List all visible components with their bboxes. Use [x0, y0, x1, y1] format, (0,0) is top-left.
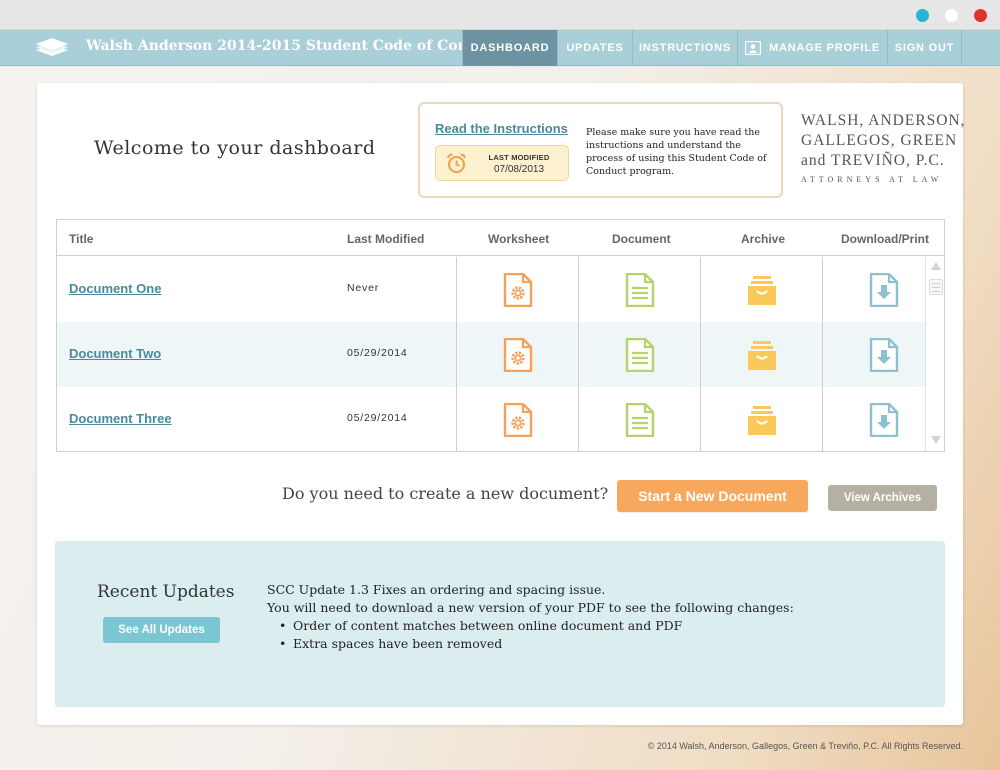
window-chrome — [0, 0, 1000, 30]
scroll-down-arrow-icon[interactable] — [931, 436, 941, 444]
column-title: Title — [69, 232, 94, 246]
nav-sign-out[interactable]: SIGN OUT — [887, 30, 962, 66]
document-download-icon — [869, 337, 898, 372]
recent-updates-heading: Recent Updates — [97, 582, 235, 602]
archive-button[interactable] — [700, 322, 822, 387]
nav-manage-profile[interactable]: MANAGE PROFILE — [737, 30, 887, 66]
app-title: Walsh Anderson 2014-2015 Student Code of… — [86, 38, 503, 54]
column-archive: Archive — [741, 232, 786, 246]
worksheet-button[interactable] — [456, 257, 578, 322]
scroll-up-arrow-icon[interactable] — [931, 262, 941, 270]
nav-updates[interactable]: UPDATES — [557, 30, 632, 66]
table-header: Title Last Modified Worksheet Document A… — [57, 220, 944, 256]
last-modified-label: LAST MODIFIED — [488, 153, 550, 162]
document-last-modified: 05/29/2014 — [347, 347, 408, 359]
documents-table: Title Last Modified Worksheet Document A… — [56, 219, 945, 452]
window-control-cyan[interactable] — [916, 9, 929, 22]
firm-name-line-3: and TREVIÑO, P.C. — [801, 152, 945, 169]
worksheet-button[interactable] — [456, 322, 578, 387]
document-button[interactable] — [578, 322, 700, 387]
firm-name-line-2: GALLEGOS, GREEN — [801, 132, 958, 149]
document-download-icon — [869, 272, 898, 307]
table-row: Document One Never — [57, 257, 925, 322]
archive-box-icon — [747, 340, 776, 370]
document-last-modified: 05/29/2014 — [347, 412, 408, 424]
window-control-white[interactable] — [945, 9, 958, 22]
document-button[interactable] — [578, 387, 700, 452]
list-item: Extra spaces have been removed — [279, 635, 907, 653]
document-button[interactable] — [578, 257, 700, 322]
table-row: Document Two 05/29/2014 — [57, 322, 925, 387]
profile-card-icon — [745, 41, 762, 55]
instructions-card: Read the Instructions LAST MODIFIED 07/0… — [418, 102, 783, 198]
start-new-document-button[interactable]: Start a New Document — [617, 480, 808, 512]
instructions-note: Please make sure you have read the instr… — [586, 127, 767, 177]
firm-logo: WALSH, ANDERSON, GALLEGOS, GREEN and TRE… — [801, 111, 966, 184]
worksheet-button[interactable] — [456, 387, 578, 452]
archive-button[interactable] — [700, 387, 822, 452]
copyright-footer: © 2014 Walsh, Anderson, Gallegos, Green … — [647, 741, 963, 751]
document-lines-icon — [625, 402, 654, 437]
see-all-updates-button[interactable]: See All Updates — [103, 617, 220, 643]
document-title-link[interactable]: Document Two — [69, 346, 161, 361]
nav-instructions[interactable]: INSTRUCTIONS — [632, 30, 737, 66]
alarm-clock-icon — [447, 153, 466, 173]
firm-name-line-1: WALSH, ANDERSON, — [801, 112, 966, 129]
nav-dashboard[interactable]: DASHBOARD — [462, 30, 557, 66]
document-lines-icon — [625, 337, 654, 372]
recent-updates-panel: Recent Updates See All Updates SCC Updat… — [55, 541, 945, 707]
document-last-modified: Never — [347, 282, 380, 294]
archive-box-icon — [747, 275, 776, 305]
document-gear-icon — [503, 272, 532, 307]
column-worksheet: Worksheet — [488, 232, 550, 246]
document-title-link[interactable]: Document One — [69, 281, 161, 296]
last-modified-badge: LAST MODIFIED 07/08/2013 — [435, 145, 569, 181]
table-scrollbar[interactable] — [925, 257, 944, 451]
view-archives-button[interactable]: View Archives — [828, 485, 937, 511]
update-instruction: You will need to download a new version … — [267, 600, 794, 615]
last-modified-date: 07/08/2013 — [493, 164, 545, 175]
archive-button[interactable] — [700, 257, 822, 322]
table-row: Document Three 05/29/2014 — [57, 387, 925, 452]
firm-tagline: ATTORNEYS AT LAW — [801, 175, 943, 184]
nav-manage-profile-label: MANAGE PROFILE — [769, 42, 880, 54]
page-title: Welcome to your dashboard — [94, 137, 376, 159]
column-last-modified: Last Modified — [347, 232, 425, 246]
update-headline: SCC Update 1.3 Fixes an ordering and spa… — [267, 582, 606, 597]
update-details: SCC Update 1.3 Fixes an ordering and spa… — [267, 581, 907, 653]
document-gear-icon — [503, 337, 532, 372]
document-download-icon — [869, 402, 898, 437]
book-stack-icon — [36, 38, 68, 56]
document-lines-icon — [625, 272, 654, 307]
update-change-list: Order of content matches between online … — [279, 617, 907, 653]
document-gear-icon — [503, 402, 532, 437]
read-instructions-link[interactable]: Read the Instructions — [435, 121, 568, 136]
window-control-close[interactable] — [974, 9, 987, 22]
main-nav: DASHBOARD UPDATES INSTRUCTIONS MANAGE PR… — [462, 30, 962, 66]
column-download-print: Download/Print — [841, 232, 929, 246]
column-document: Document — [612, 232, 671, 246]
archive-box-icon — [747, 405, 776, 435]
top-navigation-bar: Walsh Anderson 2014-2015 Student Code of… — [0, 30, 1000, 66]
create-document-prompt: Do you need to create a new document? — [282, 484, 609, 503]
document-title-link[interactable]: Document Three — [69, 411, 172, 426]
dashboard-panel: Welcome to your dashboard Read the Instr… — [37, 83, 966, 725]
list-item: Order of content matches between online … — [279, 617, 907, 635]
scroll-thumb[interactable] — [929, 279, 943, 295]
